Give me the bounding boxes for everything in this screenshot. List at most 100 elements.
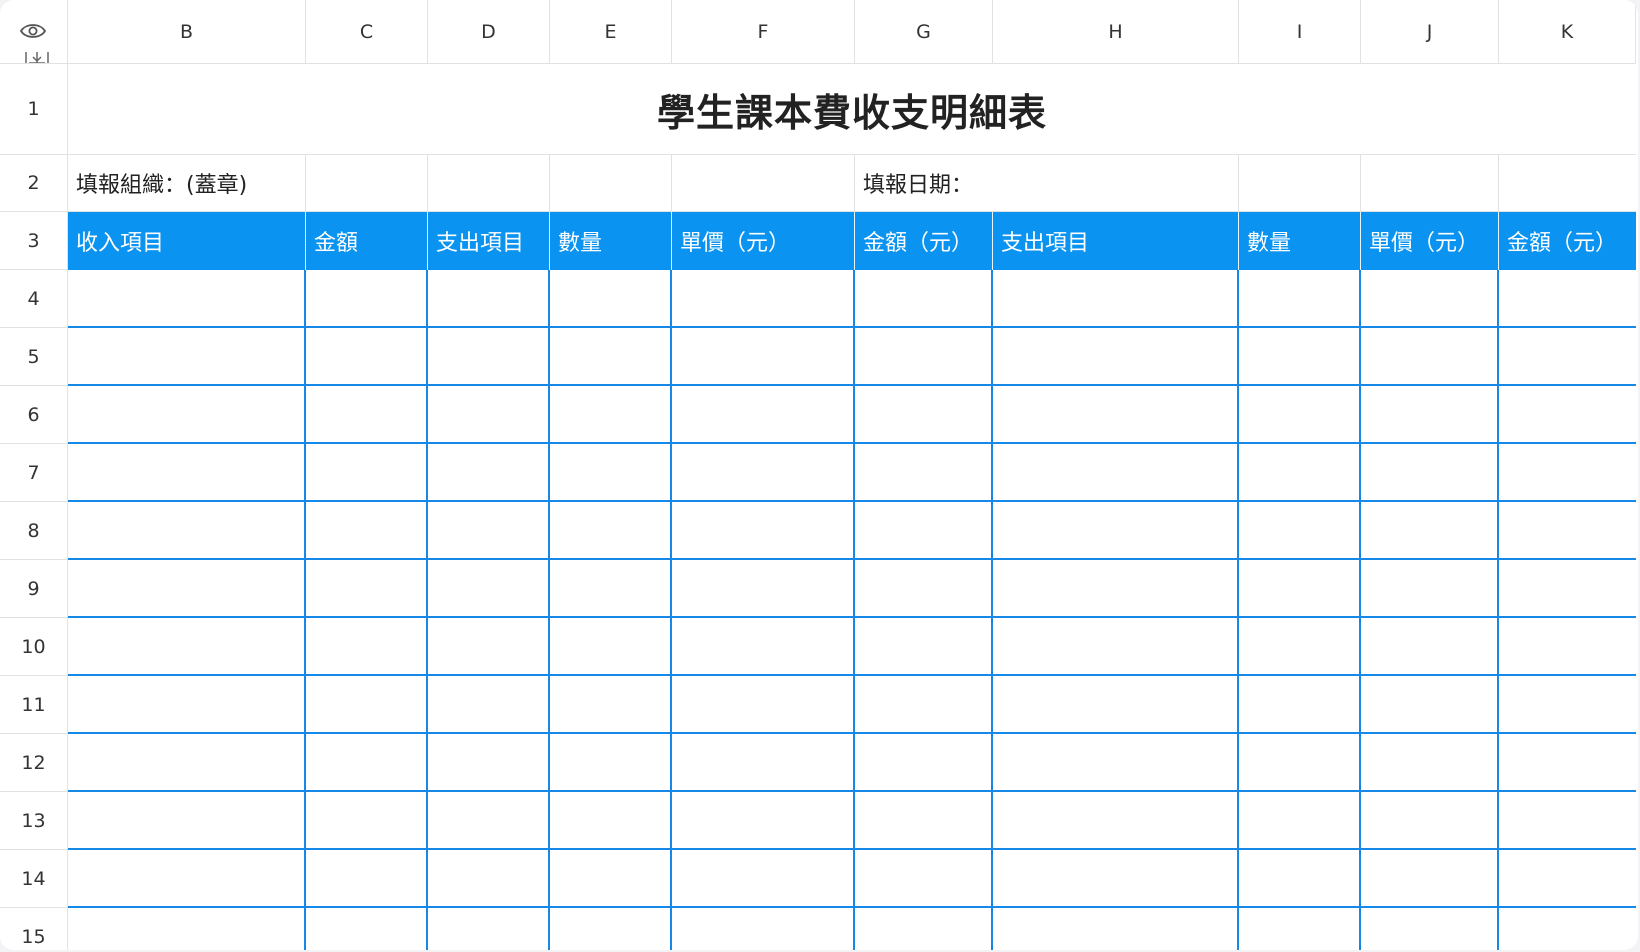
- cell-c2[interactable]: [306, 155, 428, 212]
- cell-e2[interactable]: [550, 155, 672, 212]
- cell-b5[interactable]: [68, 328, 306, 386]
- cell-d10[interactable]: [428, 618, 550, 676]
- cell-e15[interactable]: [550, 908, 672, 950]
- cell-j9[interactable]: [1361, 560, 1499, 618]
- cell-e12[interactable]: [550, 734, 672, 792]
- cell-c15[interactable]: [306, 908, 428, 950]
- cell-i12[interactable]: [1239, 734, 1361, 792]
- cell-i14[interactable]: [1239, 850, 1361, 908]
- cell-k4[interactable]: [1499, 270, 1636, 328]
- cell-c6[interactable]: [306, 386, 428, 444]
- sheet-title-cell[interactable]: 學生課本費收支明細表: [68, 64, 1636, 155]
- cell-j4[interactable]: [1361, 270, 1499, 328]
- cell-d13[interactable]: [428, 792, 550, 850]
- cell-e9[interactable]: [550, 560, 672, 618]
- fill-date-cell[interactable]: 填報日期：: [855, 155, 1239, 212]
- cell-k15[interactable]: [1499, 908, 1636, 950]
- header-quantity-2[interactable]: 數量: [1239, 212, 1361, 270]
- cell-e6[interactable]: [550, 386, 672, 444]
- cell-h13[interactable]: [993, 792, 1239, 850]
- cell-g10[interactable]: [855, 618, 993, 676]
- cell-k8[interactable]: [1499, 502, 1636, 560]
- cell-e5[interactable]: [550, 328, 672, 386]
- cell-k14[interactable]: [1499, 850, 1636, 908]
- cell-i4[interactable]: [1239, 270, 1361, 328]
- cell-i7[interactable]: [1239, 444, 1361, 502]
- cell-g12[interactable]: [855, 734, 993, 792]
- cell-c11[interactable]: [306, 676, 428, 734]
- eye-icon[interactable]: [19, 22, 47, 40]
- cell-j8[interactable]: [1361, 502, 1499, 560]
- header-amount[interactable]: 金額: [306, 212, 428, 270]
- cell-d11[interactable]: [428, 676, 550, 734]
- header-quantity[interactable]: 數量: [550, 212, 672, 270]
- cell-b13[interactable]: [68, 792, 306, 850]
- cell-c14[interactable]: [306, 850, 428, 908]
- cell-h11[interactable]: [993, 676, 1239, 734]
- cell-i13[interactable]: [1239, 792, 1361, 850]
- header-amount-yuan[interactable]: 金額（元）: [855, 212, 993, 270]
- cell-h4[interactable]: [993, 270, 1239, 328]
- cell-j15[interactable]: [1361, 908, 1499, 950]
- row-header-15[interactable]: 15: [0, 908, 68, 950]
- cell-i5[interactable]: [1239, 328, 1361, 386]
- row-header-4[interactable]: 4: [0, 270, 68, 328]
- cell-e11[interactable]: [550, 676, 672, 734]
- cell-d15[interactable]: [428, 908, 550, 950]
- cell-f15[interactable]: [672, 908, 855, 950]
- row-header-14[interactable]: 14: [0, 850, 68, 908]
- cell-k11[interactable]: [1499, 676, 1636, 734]
- cell-b15[interactable]: [68, 908, 306, 950]
- row-header-6[interactable]: 6: [0, 386, 68, 444]
- cell-f4[interactable]: [672, 270, 855, 328]
- cell-j5[interactable]: [1361, 328, 1499, 386]
- cell-e13[interactable]: [550, 792, 672, 850]
- header-income-item[interactable]: 收入項目: [68, 212, 306, 270]
- cell-f13[interactable]: [672, 792, 855, 850]
- cell-h15[interactable]: [993, 908, 1239, 950]
- header-expense-item-2[interactable]: 支出項目: [993, 212, 1239, 270]
- cell-i2[interactable]: [1239, 155, 1361, 212]
- row-header-5[interactable]: 5: [0, 328, 68, 386]
- cell-k7[interactable]: [1499, 444, 1636, 502]
- cell-c8[interactable]: [306, 502, 428, 560]
- cell-g4[interactable]: [855, 270, 993, 328]
- cell-b14[interactable]: [68, 850, 306, 908]
- column-header-j[interactable]: J: [1361, 0, 1499, 64]
- cell-b7[interactable]: [68, 444, 306, 502]
- cell-d12[interactable]: [428, 734, 550, 792]
- cell-j7[interactable]: [1361, 444, 1499, 502]
- cell-e4[interactable]: [550, 270, 672, 328]
- cell-i11[interactable]: [1239, 676, 1361, 734]
- cell-g14[interactable]: [855, 850, 993, 908]
- cell-b11[interactable]: [68, 676, 306, 734]
- cell-d5[interactable]: [428, 328, 550, 386]
- cell-j14[interactable]: [1361, 850, 1499, 908]
- row-header-8[interactable]: 8: [0, 502, 68, 560]
- cell-j11[interactable]: [1361, 676, 1499, 734]
- column-header-k[interactable]: K: [1499, 0, 1636, 64]
- cell-c5[interactable]: [306, 328, 428, 386]
- cell-k2[interactable]: [1499, 155, 1636, 212]
- column-header-d[interactable]: D: [428, 0, 550, 64]
- cell-d9[interactable]: [428, 560, 550, 618]
- cell-f7[interactable]: [672, 444, 855, 502]
- cell-d8[interactable]: [428, 502, 550, 560]
- grid-corner[interactable]: [0, 0, 68, 64]
- row-header-10[interactable]: 10: [0, 618, 68, 676]
- cell-b12[interactable]: [68, 734, 306, 792]
- cell-b10[interactable]: [68, 618, 306, 676]
- cell-h9[interactable]: [993, 560, 1239, 618]
- fill-org-cell[interactable]: 填報組織：(蓋章): [68, 155, 306, 212]
- cell-i9[interactable]: [1239, 560, 1361, 618]
- cell-c12[interactable]: [306, 734, 428, 792]
- cell-j10[interactable]: [1361, 618, 1499, 676]
- cell-g11[interactable]: [855, 676, 993, 734]
- cell-h8[interactable]: [993, 502, 1239, 560]
- cell-c7[interactable]: [306, 444, 428, 502]
- cell-k9[interactable]: [1499, 560, 1636, 618]
- cell-d4[interactable]: [428, 270, 550, 328]
- cell-k12[interactable]: [1499, 734, 1636, 792]
- cell-i6[interactable]: [1239, 386, 1361, 444]
- cell-h10[interactable]: [993, 618, 1239, 676]
